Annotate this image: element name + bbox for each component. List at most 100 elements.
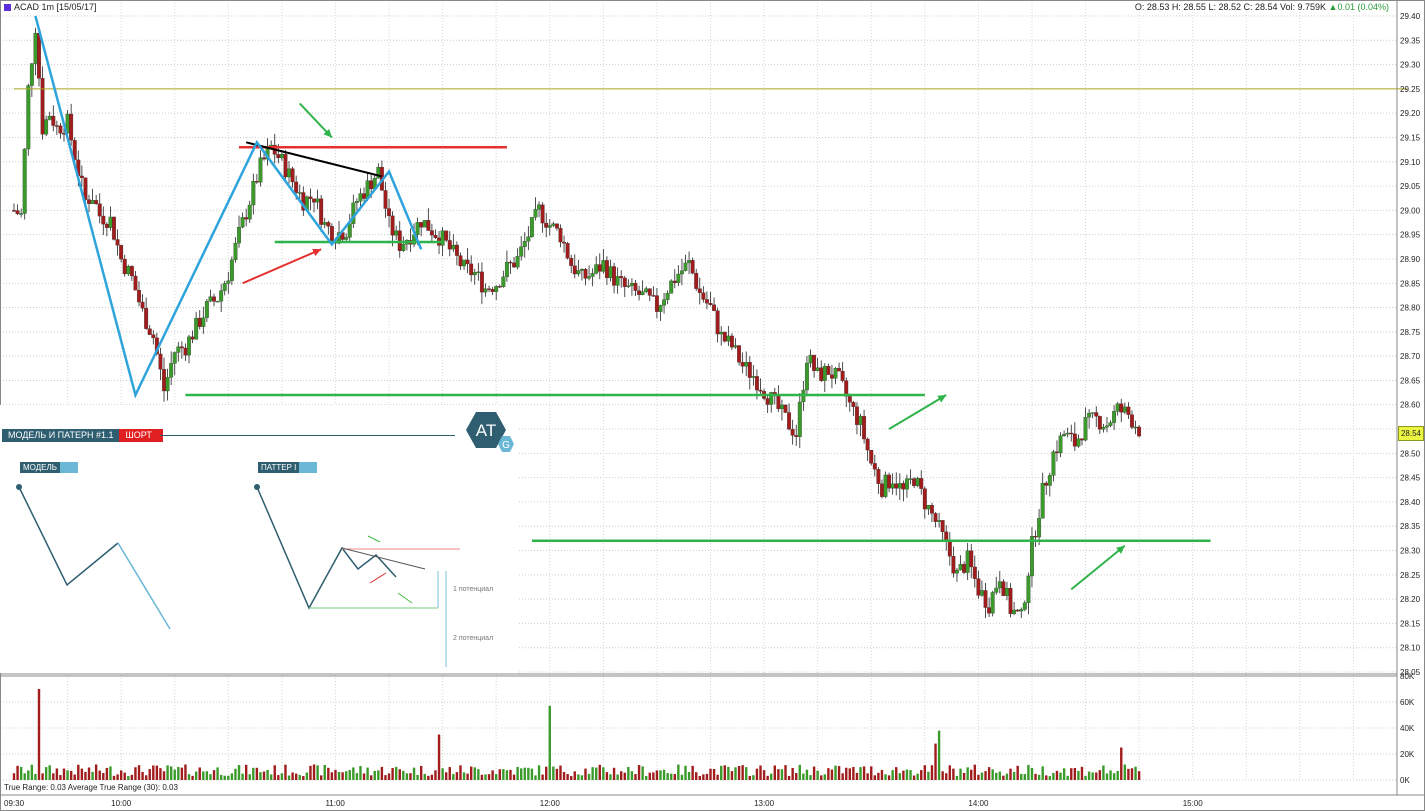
volume-bar: [1059, 772, 1062, 780]
candle-body: [312, 198, 316, 203]
volume-bar: [1087, 771, 1091, 780]
volume-bar: [69, 770, 73, 780]
candle-body: [647, 288, 652, 296]
candle-body: [690, 260, 695, 274]
candle-body: [955, 569, 959, 574]
volume-bar: [1095, 772, 1098, 780]
volume-bar: [612, 767, 616, 780]
candle-body: [104, 223, 109, 228]
candle-body: [522, 241, 527, 247]
volume-bar: [323, 764, 326, 780]
candle-body: [1001, 581, 1006, 596]
candle-body: [47, 115, 52, 120]
volume-bar: [645, 775, 648, 780]
volume-bar: [459, 765, 462, 780]
volume-bar: [302, 776, 305, 780]
volume-bar: [130, 774, 134, 780]
candle-body: [458, 255, 463, 267]
volume-bar: [377, 770, 380, 780]
volume-bar: [462, 772, 466, 780]
price-tick-label: 29.00: [1400, 206, 1421, 215]
volume-bar: [369, 775, 373, 780]
indicator-readout: True Range: 0.03 Average True Range (30)…: [4, 783, 178, 792]
volume-bar: [487, 774, 491, 780]
candle-body: [479, 271, 484, 293]
candle-body: [162, 369, 166, 392]
volume-bar: [662, 769, 666, 780]
time-tick-label: 09:30: [4, 799, 25, 808]
volume-bar: [480, 774, 484, 780]
volume-bar: [166, 765, 169, 780]
candle-body: [704, 299, 709, 304]
volume-bar: [98, 770, 101, 780]
volume-bar: [477, 769, 480, 780]
candle-body: [22, 148, 27, 214]
candle-body: [290, 168, 295, 183]
volume-bar: [1002, 775, 1005, 780]
volume-bar: [805, 769, 809, 780]
candle-body: [308, 196, 313, 199]
volume-bar: [559, 765, 562, 780]
volume-bar: [705, 773, 709, 780]
candle-body: [790, 428, 795, 436]
volume-bar: [591, 767, 594, 780]
volume-bar: [970, 769, 973, 780]
volume-bar: [945, 773, 948, 780]
candle-body: [776, 395, 781, 410]
volume-bar: [1098, 770, 1102, 780]
candle-body: [904, 478, 909, 490]
candle-body: [1033, 536, 1038, 538]
candle-body: [897, 483, 902, 489]
candle-body: [276, 154, 281, 159]
candle-body: [654, 295, 659, 312]
price-tick-label: 28.65: [1400, 376, 1421, 385]
green-arrow: [888, 394, 947, 430]
candle-body: [1115, 403, 1120, 412]
volume-bar: [734, 767, 737, 780]
candle-body: [783, 404, 788, 413]
candle-body: [1019, 609, 1024, 612]
volume-bar: [791, 767, 794, 780]
candle-body: [940, 520, 945, 533]
volume-bar: [1062, 768, 1066, 780]
volume-bar: [555, 768, 559, 780]
candle-body: [487, 288, 491, 290]
candle-body: [987, 607, 992, 614]
volume-bar: [602, 767, 605, 780]
volume-bar: [23, 773, 26, 780]
volume-bar: [930, 765, 934, 780]
volume-bar: [755, 768, 759, 780]
volume-bar: [194, 771, 198, 780]
candle-body: [544, 222, 549, 228]
candle-body: [976, 578, 981, 596]
candle-body: [129, 266, 134, 277]
volume-bar: [134, 767, 137, 780]
volume-bar: [144, 775, 148, 780]
volume-bar: [1048, 776, 1052, 780]
volume-bar: [437, 734, 441, 780]
price-tick-label: 28.85: [1400, 279, 1421, 288]
volume-bar: [937, 730, 941, 780]
candle-body: [119, 245, 124, 260]
candle-body: [608, 266, 613, 279]
volume-bar: [237, 765, 241, 780]
volume-bar: [777, 769, 780, 780]
volume-bar: [102, 773, 105, 780]
candle-body: [1126, 406, 1131, 415]
volume-bar: [484, 774, 487, 780]
time-tick-label: 10:00: [111, 799, 132, 808]
volume-bar: [966, 767, 969, 780]
price-tick-label: 28.70: [1400, 352, 1421, 361]
candle-body: [1083, 417, 1088, 441]
candle-body: [283, 154, 288, 178]
candle-body: [1101, 427, 1106, 430]
candle-body: [562, 241, 567, 244]
volume-bar: [941, 771, 944, 780]
candle-body: [722, 331, 727, 342]
price-tick-label: 28.30: [1400, 547, 1421, 556]
volume-bar: [823, 774, 826, 780]
volume-bar: [562, 771, 566, 780]
volume-bar: [573, 771, 576, 780]
volume-bar: [512, 774, 516, 780]
candle-body: [676, 273, 681, 283]
